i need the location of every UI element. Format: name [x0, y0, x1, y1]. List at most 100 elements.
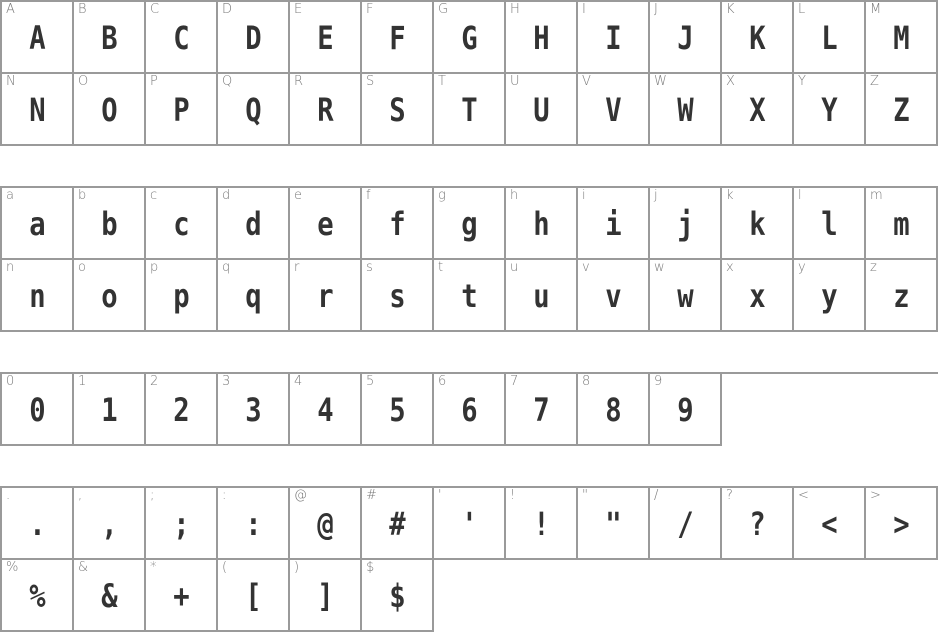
digits-block: 00112233445566778899	[0, 372, 938, 446]
glyph-cell: yy	[794, 260, 866, 332]
glyph-cell: NN	[2, 74, 74, 146]
glyph-sample: M	[893, 19, 909, 57]
glyph-label: "	[582, 488, 588, 503]
glyph-sample: j	[677, 205, 693, 243]
glyph-sample: h	[533, 205, 549, 243]
glyph-cell: FF	[362, 2, 434, 74]
glyph-label: c	[150, 188, 158, 203]
glyph-label: 8	[582, 374, 591, 389]
glyph-sample: U	[533, 91, 549, 129]
glyph-label: /	[654, 488, 659, 503]
glyph-cell: 00	[2, 374, 74, 446]
glyph-cell: ii	[578, 188, 650, 260]
glyph-label: l	[798, 188, 802, 203]
glyph-cell: OO	[74, 74, 146, 146]
glyph-sample: w	[677, 277, 693, 315]
glyph-cell: < <	[794, 488, 866, 560]
glyph-label: r	[294, 260, 300, 275]
glyph-cell: ss	[362, 260, 434, 332]
glyph-label: F	[366, 2, 374, 17]
glyph-label: B	[78, 2, 87, 17]
glyph-label: k	[726, 188, 734, 203]
glyph-sample: %	[29, 577, 45, 615]
glyph-label: J	[654, 2, 658, 17]
glyph-sample: P	[173, 91, 189, 129]
glyph-sample: t	[461, 277, 477, 315]
glyph-cell: ([	[218, 560, 290, 632]
glyph-cell: ZZ	[866, 74, 938, 146]
glyph-sample: @	[317, 505, 333, 543]
glyph-cell: GG	[434, 2, 506, 74]
glyph-cell: 22	[146, 374, 218, 446]
glyph-cell: $ $	[362, 560, 434, 632]
glyph-cell: WW	[650, 74, 722, 146]
glyph-cell: ..	[2, 488, 74, 560]
glyph-cell: 11	[74, 374, 146, 446]
glyph-label: z	[870, 260, 877, 275]
glyph-sample: N	[29, 91, 45, 129]
glyph-label: C	[150, 2, 160, 17]
glyph-label: 6	[438, 374, 447, 389]
glyph-cell: oo	[74, 260, 146, 332]
glyph-cell: SS	[362, 74, 434, 146]
lowercase-block: aabbccddeeffgghhiijjkkllmmnnooppqqrrsstt…	[0, 186, 938, 332]
glyph-sample: O	[101, 91, 117, 129]
glyph-label: &	[78, 560, 89, 575]
glyph-sample: C	[173, 19, 189, 57]
glyph-label: x	[726, 260, 734, 275]
glyph-label: %	[6, 560, 19, 575]
glyph-label: 4	[294, 374, 303, 389]
glyph-label: (	[222, 560, 228, 575]
glyph-sample: >	[893, 505, 909, 543]
glyph-label: t	[438, 260, 444, 275]
glyph-sample: f	[389, 205, 405, 243]
glyph-sample: I	[605, 19, 621, 57]
glyph-cell: JJ	[650, 2, 722, 74]
glyph-cell: pp	[146, 260, 218, 332]
glyph-cell: @ @	[290, 488, 362, 560]
glyph-cell: ,,	[74, 488, 146, 560]
glyph-cell: 88	[578, 374, 650, 446]
glyph-cell: 99	[650, 374, 722, 446]
glyph-cell: " "	[578, 488, 650, 560]
glyph-cell: )]	[290, 560, 362, 632]
glyph-cell: PP	[146, 74, 218, 146]
glyph-cell: QQ	[218, 74, 290, 146]
glyph-cell: %%	[2, 560, 74, 632]
glyph-sample: 0	[29, 391, 45, 429]
glyph-label: h	[510, 188, 519, 203]
glyph-cell: bb	[74, 188, 146, 260]
glyph-sample: x	[749, 277, 765, 315]
glyph-label: !	[510, 488, 516, 503]
glyph-sample: &	[101, 577, 117, 615]
glyph-cell: 44	[290, 374, 362, 446]
glyph-label: y	[798, 260, 806, 275]
glyph-label: M	[870, 2, 882, 17]
glyph-label: T	[438, 74, 446, 89]
glyph-label: 9	[654, 374, 663, 389]
glyph-label: m	[870, 188, 883, 203]
glyph-cell: RR	[290, 74, 362, 146]
glyph-cell: tt	[434, 260, 506, 332]
glyph-label: 3	[222, 374, 231, 389]
glyph-cell: XX	[722, 74, 794, 146]
glyph-label: A	[6, 2, 15, 17]
glyph-sample: X	[749, 91, 765, 129]
glyph-cell: VV	[578, 74, 650, 146]
glyph-label: ?	[726, 488, 733, 503]
glyph-sample: [	[245, 577, 261, 615]
glyph-sample: !	[533, 505, 549, 543]
glyph-cell: 55	[362, 374, 434, 446]
glyph-sample: u	[533, 277, 549, 315]
glyph-label: U	[510, 74, 520, 89]
glyph-sample: ?	[749, 505, 765, 543]
glyph-label: S	[366, 74, 375, 89]
glyph-cell: ;;	[146, 488, 218, 560]
glyph-cell: EE	[290, 2, 362, 74]
glyph-label: 1	[78, 374, 87, 389]
glyph-label: b	[78, 188, 87, 203]
glyph-sample: J	[677, 19, 693, 57]
glyph-label: w	[654, 260, 665, 275]
glyph-cell: qq	[218, 260, 290, 332]
glyph-cell: MM	[866, 2, 938, 74]
